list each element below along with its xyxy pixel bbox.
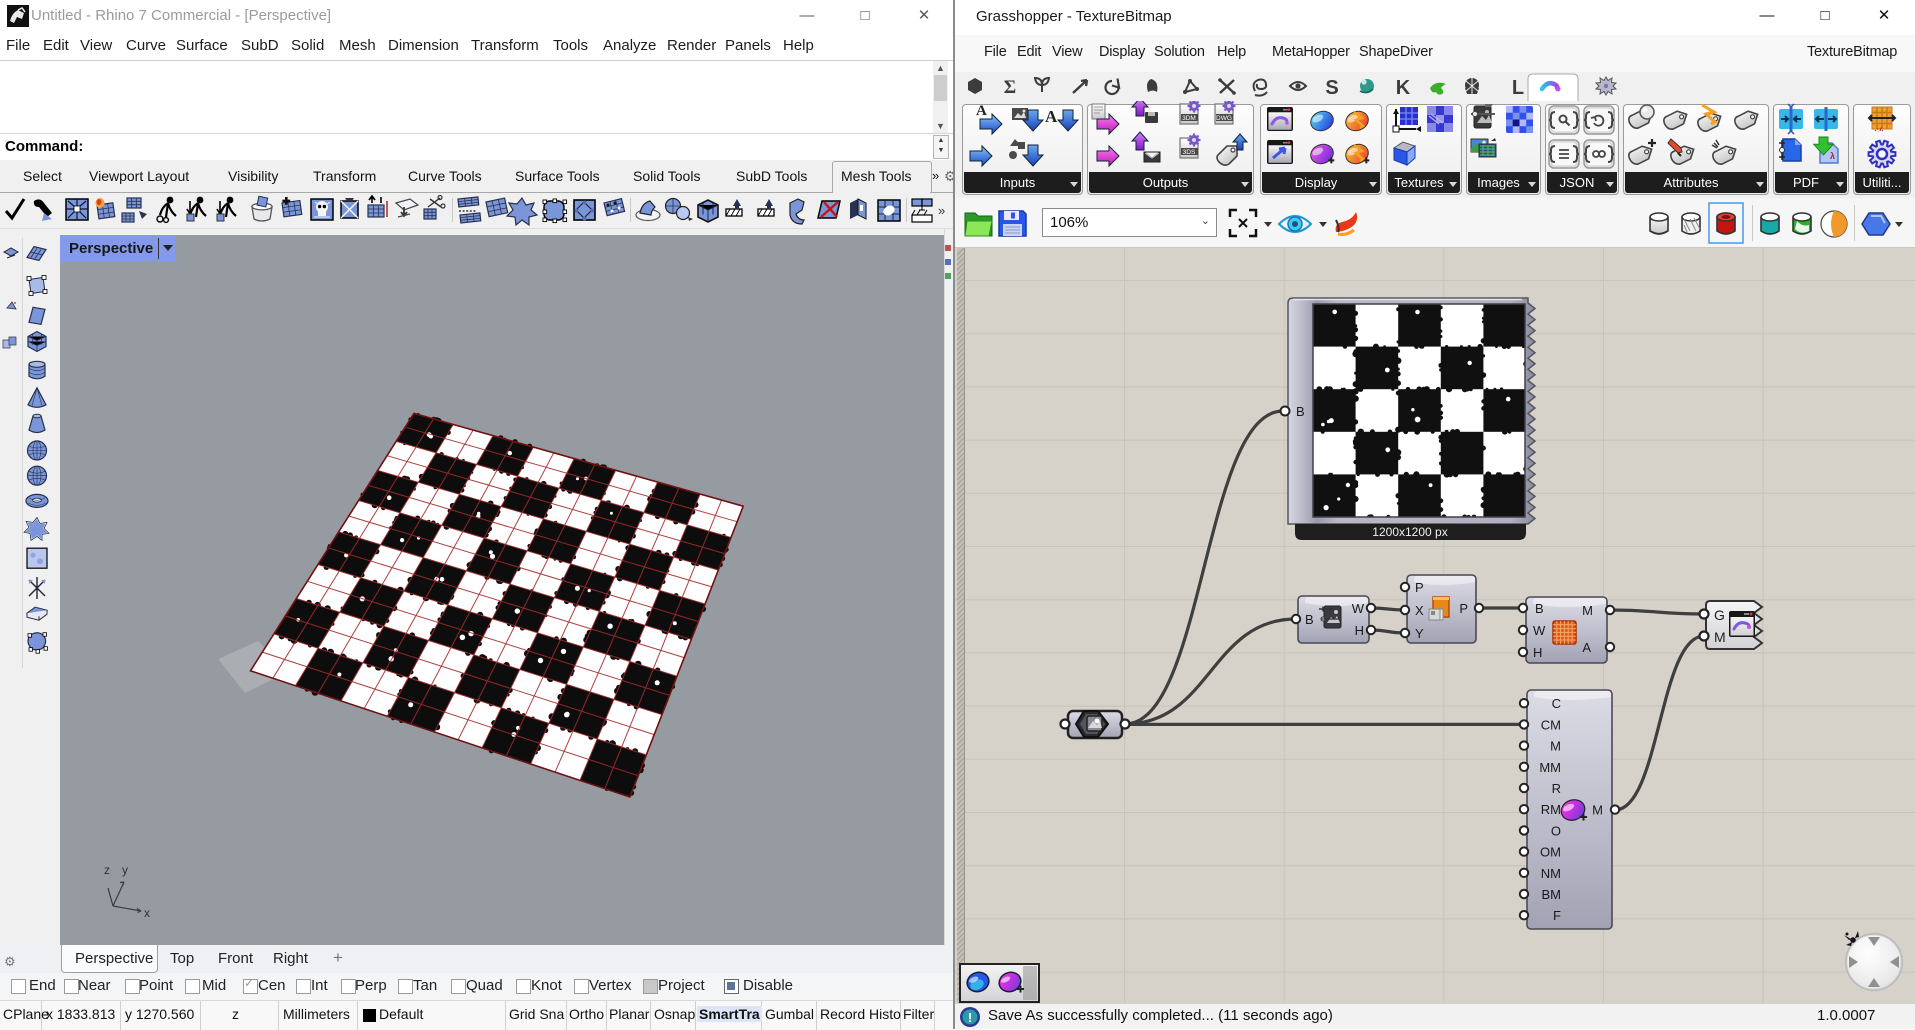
svg-text:W: W: [1533, 623, 1546, 638]
svg-text:W: W: [1352, 601, 1365, 616]
svg-text:R: R: [1552, 781, 1561, 796]
svg-text:1200x1200 px: 1200x1200 px: [1372, 525, 1447, 539]
svg-text:X: X: [1415, 603, 1424, 618]
svg-text:»: »: [938, 203, 945, 218]
svg-text:L: L: [1512, 77, 1524, 99]
svg-text:B: B: [1305, 612, 1314, 627]
svg-text:RM: RM: [1541, 802, 1561, 817]
svg-text:!: !: [968, 1010, 972, 1025]
svg-text:B: B: [1296, 404, 1305, 419]
svg-text:A: A: [976, 103, 987, 119]
svg-text:M: M: [1550, 739, 1561, 754]
svg-text:DWG: DWG: [1216, 115, 1232, 122]
svg-text:M: M: [1592, 803, 1603, 818]
svg-text:CM: CM: [1541, 717, 1561, 732]
svg-text:H: H: [1533, 645, 1542, 660]
svg-text:3DM: 3DM: [1182, 115, 1196, 122]
svg-text:λ: λ: [1830, 151, 1835, 161]
svg-text:A: A: [1045, 107, 1058, 126]
svg-text:P: P: [1415, 580, 1424, 595]
svg-text:F: F: [1553, 908, 1561, 923]
svg-text:K: K: [1396, 77, 1411, 99]
svg-text:H: H: [1355, 623, 1364, 638]
svg-text:BM: BM: [1542, 887, 1562, 902]
svg-text:z: z: [104, 863, 110, 877]
svg-text:C: C: [1552, 696, 1561, 711]
svg-text:y: y: [122, 863, 128, 877]
svg-text:Σ: Σ: [1004, 77, 1016, 98]
svg-text:A: A: [1582, 640, 1591, 655]
svg-text:B: B: [1535, 601, 1544, 616]
svg-text:NM: NM: [1541, 866, 1561, 881]
svg-text:OM: OM: [1540, 845, 1561, 860]
svg-text:O: O: [1551, 823, 1561, 838]
svg-text:M: M: [1582, 603, 1593, 618]
svg-text:S: S: [1325, 77, 1338, 99]
svg-text:M: M: [1714, 629, 1726, 645]
svg-text:x: x: [144, 906, 150, 920]
svg-text:G: G: [1714, 607, 1725, 623]
svg-text:MM: MM: [1539, 760, 1561, 775]
svg-text:3DS: 3DS: [1183, 149, 1196, 156]
svg-text:P: P: [1459, 601, 1468, 616]
svg-text:Y: Y: [1415, 626, 1424, 641]
